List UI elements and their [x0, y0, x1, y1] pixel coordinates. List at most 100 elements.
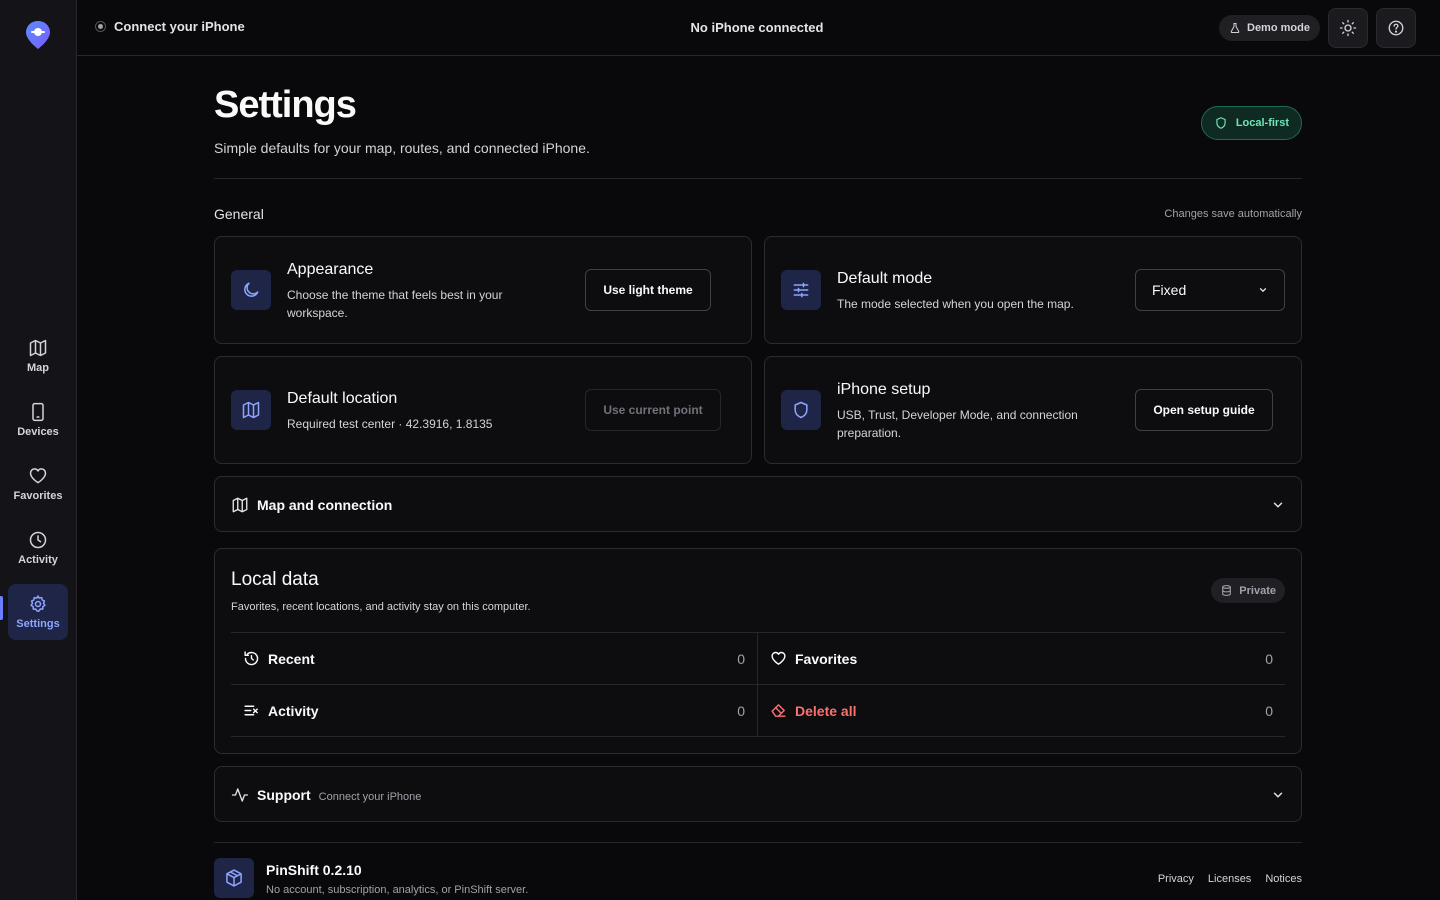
map-icon [232, 497, 248, 513]
default-location-tile [231, 390, 271, 430]
database-icon [1222, 585, 1232, 596]
default-mode-desc: The mode selected when you open the map. [837, 297, 1074, 311]
app: Map Devices Favorites Activity Settings … [0, 0, 1440, 900]
default-location-title: Default location [287, 390, 398, 407]
recent-label: Recent [268, 650, 315, 667]
support-title-wrap: Support Connect your iPhone [257, 787, 421, 803]
flask-icon [1230, 23, 1240, 33]
connection-dot-icon [95, 21, 106, 32]
table-row: Recent 0 Favorites 0 [231, 633, 1285, 685]
demo-mode-label: Demo mode [1247, 22, 1310, 34]
sidebar-item-activity[interactable]: Activity [8, 520, 68, 576]
sidebar-item-map[interactable]: Map [8, 328, 68, 384]
autosave-note: Changes save automatically [1164, 208, 1302, 220]
sun-icon [1339, 19, 1357, 37]
favorites-label: Favorites [795, 650, 858, 667]
help-button[interactable] [1376, 8, 1416, 48]
activity-count: 0 [737, 702, 745, 719]
sidebar: Map Devices Favorites Activity Settings [0, 0, 77, 900]
delete-all-label: Delete all [795, 702, 857, 719]
open-setup-guide-button[interactable]: Open setup guide [1135, 389, 1273, 431]
local-data-desc: Favorites, recent locations, and activit… [231, 601, 531, 613]
footer-links: Privacy Licenses Notices [1158, 873, 1302, 885]
map-connection-accordion[interactable]: Map and connection [214, 476, 1302, 532]
sidebar-item-label: Settings [16, 618, 60, 630]
footer-logo [214, 858, 254, 898]
footer-desc: No account, subscription, analytics, or … [266, 884, 529, 896]
shield-icon [794, 401, 808, 419]
privacy-link[interactable]: Privacy [1158, 873, 1194, 885]
chevron-down-icon [1273, 792, 1283, 798]
sidebar-item-label: Devices [17, 426, 59, 438]
chevron-down-icon [1259, 288, 1267, 293]
delete-all-row[interactable]: Delete all 0 [758, 685, 1285, 736]
support-title: Support [257, 787, 311, 803]
use-light-theme-button[interactable]: Use light theme [585, 269, 711, 311]
delete-all-count: 0 [1265, 702, 1273, 719]
map-icon [242, 401, 260, 419]
section-title-general: General [214, 206, 264, 222]
table-row: Activity 0 Delete all 0 [231, 685, 1285, 737]
page-title: Settings [214, 84, 357, 126]
sidebar-item-settings[interactable]: Settings [8, 584, 68, 640]
iphone-setup-desc: USB, Trust, Developer Mode, and connecti… [837, 408, 1078, 440]
support-subtitle: Connect your iPhone [318, 791, 422, 803]
sidebar-item-favorites[interactable]: Favorites [8, 456, 68, 512]
appearance-tile [231, 270, 271, 310]
appearance-card: Appearance Choose the theme that feels b… [214, 236, 752, 344]
connect-label: Connect your iPhone [114, 19, 245, 34]
connection-status: No iPhone connected [690, 20, 824, 35]
default-mode-value: Fixed [1152, 282, 1187, 298]
iphone-setup-tile [781, 390, 821, 430]
active-nav-indicator [0, 596, 3, 620]
heart-icon [29, 468, 47, 484]
help-icon [1388, 20, 1404, 36]
map-connection-title: Map and connection [257, 497, 393, 513]
default-location-desc: Required test center · 42.3916, 1.8135 [287, 417, 493, 431]
support-accordion[interactable]: Support Connect your iPhone [214, 766, 1302, 822]
local-data-grid: Recent 0 Favorites 0 Activity 0 Delete a… [231, 632, 1285, 737]
licenses-link[interactable]: Licenses [1208, 873, 1251, 885]
sidebar-item-label: Map [27, 362, 49, 374]
phone-icon [32, 402, 44, 422]
divider [214, 178, 1302, 179]
sidebar-nav: Map Devices Favorites Activity Settings [8, 328, 68, 648]
topbar: Connect your iPhone No iPhone connected … [77, 0, 1440, 56]
recent-row[interactable]: Recent 0 [231, 633, 758, 684]
activity-pulse-icon [231, 788, 249, 802]
app-logo [20, 14, 56, 56]
recent-count: 0 [737, 650, 745, 667]
notices-link[interactable]: Notices [1265, 873, 1302, 885]
sidebar-item-devices[interactable]: Devices [8, 392, 68, 448]
local-data-card: Local data Favorites, recent locations, … [214, 548, 1302, 754]
favorites-count: 0 [1265, 650, 1273, 667]
activity-label: Activity [268, 702, 319, 719]
page-subtitle: Simple defaults for your map, routes, an… [214, 140, 590, 156]
appearance-desc: Choose the theme that feels best in your… [287, 288, 503, 320]
iphone-setup-title: iPhone setup [837, 381, 931, 398]
eraser-icon [771, 704, 786, 717]
sidebar-item-label: Favorites [13, 490, 63, 502]
default-mode-card: Default mode The mode selected when you … [764, 236, 1302, 344]
map-icon [29, 339, 47, 357]
sliders-icon [793, 282, 809, 298]
app-version: PinShift 0.2.10 [266, 862, 362, 878]
default-location-card: Default location Required test center · … [214, 356, 752, 464]
connect-iphone-button[interactable]: Connect your iPhone [95, 19, 245, 34]
theme-toggle-button[interactable] [1328, 8, 1368, 48]
local-first-label: Local-first [1235, 117, 1289, 129]
activity-row[interactable]: Activity 0 [231, 685, 758, 736]
default-mode-tile [781, 270, 821, 310]
list-x-icon [244, 705, 258, 716]
pin-logo-icon [26, 21, 50, 49]
heart-icon [771, 651, 786, 665]
use-current-point-button[interactable]: Use current point [585, 389, 721, 431]
local-data-title: Local data [231, 569, 319, 590]
favorites-row[interactable]: Favorites 0 [758, 633, 1285, 684]
demo-mode-button[interactable]: Demo mode [1219, 15, 1320, 41]
history-icon [244, 651, 259, 666]
clock-icon [29, 531, 47, 549]
private-label: Private [1239, 584, 1276, 597]
default-mode-select[interactable]: Fixed [1135, 269, 1285, 311]
gear-icon [30, 595, 46, 612]
